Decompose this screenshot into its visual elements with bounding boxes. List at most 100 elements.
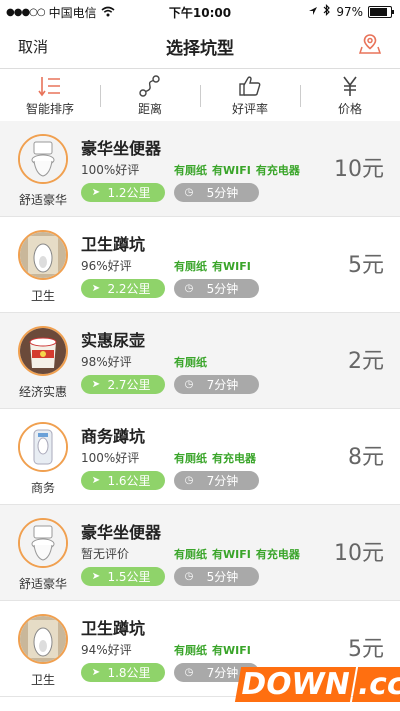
toilet-list-item[interactable]: 经济实惠 实惠尿壶 98%好评 有厕纸 ➤ 2.7公里 ◷ 7分钟 2元 (0, 313, 400, 409)
toilet-name: 豪华坐便器 (81, 139, 162, 158)
amenity-list: 有厕纸 有WIFI (174, 642, 251, 658)
amenity-tag: 有充电器 (255, 164, 300, 177)
watermark-text: DOWN (234, 666, 356, 702)
toilet-name: 豪华坐便器 (81, 523, 162, 542)
sort-smart[interactable]: 智能排序 (0, 69, 100, 121)
business-toilet-icon (18, 422, 68, 472)
clock-icon: ◷ (184, 571, 194, 582)
amenity-tag: 有充电器 (212, 452, 256, 465)
amenity-tag: 有厕纸 (174, 164, 207, 177)
clock-icon: ◷ (184, 667, 194, 678)
toilet-rating: 暂无评价 (81, 547, 130, 561)
amenity-tag: 有厕纸 (174, 548, 207, 561)
sort-label: 好评率 (231, 102, 268, 116)
distance-badge: ➤ 1.5公里 (81, 567, 165, 586)
toilet-list: 舒适豪华 豪华坐便器 100%好评 有厕纸 有WIFI 有充电器 ➤ 1.2公里 ◷… (0, 121, 400, 697)
toilet-price: 8元 (348, 445, 384, 470)
time-badge: ◷ 5分钟 (174, 279, 259, 298)
thumbs-up-icon (200, 73, 300, 99)
toilet-category: 卫生 (30, 673, 55, 687)
amenity-list: 有厕纸 有WIFI 有充电器 (174, 162, 300, 178)
western-toilet-icon (18, 134, 68, 184)
amenity-tag: 有WIFI (212, 644, 251, 657)
toilet-list-item[interactable]: 舒适豪华 豪华坐便器 100%好评 有厕纸 有WIFI 有充电器 ➤ 1.2公里 ◷… (0, 121, 400, 217)
amenity-list: 有厕纸 有充电器 (174, 450, 256, 466)
navigation-arrow-icon: ➤ (91, 187, 101, 198)
toilet-list-item[interactable]: 商务 商务蹲坑 100%好评 有厕纸 有充电器 ➤ 1.6公里 ◷ 7分钟 8元 (0, 409, 400, 505)
amenity-list: 有厕纸 (174, 354, 207, 370)
distance-badge: ➤ 1.2公里 (81, 183, 165, 202)
time-badge: ◷ 7分钟 (174, 375, 259, 394)
clock-icon: ◷ (184, 283, 194, 294)
squat-toilet-icon (18, 230, 68, 280)
toilet-name: 卫生蹲坑 (81, 235, 146, 254)
sort-label: 距离 (137, 102, 162, 116)
toilet-list-item[interactable]: 卫生 卫生蹲坑 96%好评 有厕纸 有WIFI ➤ 2.2公里 ◷ 5分钟 5元 (0, 217, 400, 313)
toilet-list-item[interactable]: 舒适豪华 豪华坐便器 暂无评价 有厕纸 有WIFI 有充电器 ➤ 1.5公里 ◷ 5… (0, 505, 400, 601)
chamber-pot-icon (18, 326, 68, 376)
sort-bar: 智能排序 距离 好评率 价格 (0, 68, 400, 122)
status-bar: ●●●○○ 中国电信 下午10:00 97% (0, 0, 400, 22)
time-text: 5分钟 (206, 186, 239, 200)
squat-toilet-icon (18, 614, 68, 664)
clock-icon: ◷ (184, 187, 194, 198)
navigation-arrow-icon: ➤ (91, 571, 101, 582)
distance-text: 1.6公里 (107, 474, 151, 488)
amenity-tag: 有厕纸 (174, 452, 207, 465)
page-title: 选择坑型 (166, 39, 234, 59)
amenity-list: 有厕纸 有WIFI 有充电器 (174, 546, 300, 562)
amenity-tag: 有厕纸 (174, 356, 207, 369)
toilet-rating: 96%好评 (81, 259, 132, 273)
toilet-price: 10元 (334, 541, 384, 566)
toilet-name: 实惠尿壶 (81, 331, 146, 350)
navigation-arrow-icon: ➤ (91, 379, 101, 390)
bluetooth-icon (323, 4, 331, 19)
battery-percent: 97% (336, 4, 363, 19)
watermark-suffix: .cc (351, 666, 400, 702)
amenity-tag: 有WIFI (212, 164, 251, 177)
time-text: 5分钟 (206, 570, 239, 584)
sort-distance[interactable]: 距离 (100, 69, 200, 121)
western-toilet-icon (18, 518, 68, 568)
distance-text: 2.7公里 (107, 378, 151, 392)
sort-label: 智能排序 (25, 102, 74, 116)
navigation-bar: 取消 选择坑型 (0, 22, 400, 68)
time-text: 7分钟 (206, 474, 239, 488)
toilet-category: 舒适豪华 (18, 577, 67, 591)
battery-icon (368, 5, 394, 18)
distance-badge: ➤ 1.8公里 (81, 663, 165, 682)
sort-label: 价格 (337, 102, 362, 116)
toilet-price: 10元 (334, 157, 384, 182)
distance-badge: ➤ 1.6公里 (81, 471, 165, 490)
amenity-tag: 有充电器 (255, 548, 300, 561)
sort-price[interactable]: 价格 (300, 69, 400, 121)
amenity-tag: 有WIFI (212, 260, 251, 273)
yen-icon (300, 73, 400, 99)
route-icon (100, 73, 200, 99)
toilet-name: 卫生蹲坑 (81, 619, 146, 638)
navigation-arrow-icon: ➤ (91, 667, 101, 678)
distance-text: 1.5公里 (107, 570, 151, 584)
location-map-icon[interactable] (358, 32, 382, 56)
toilet-rating: 94%好评 (81, 643, 132, 657)
navigation-arrow-icon: ➤ (91, 283, 101, 294)
time-badge: ◷ 5分钟 (174, 567, 259, 586)
amenity-tag: 有厕纸 (174, 644, 207, 657)
time-text: 7分钟 (206, 378, 239, 392)
time-badge: ◷ 7分钟 (174, 471, 259, 490)
toilet-rating: 100%好评 (81, 163, 140, 177)
toilet-price: 5元 (348, 253, 384, 278)
distance-badge: ➤ 2.2公里 (81, 279, 165, 298)
navigation-arrow-icon: ➤ (91, 475, 101, 486)
toilet-price: 5元 (348, 637, 384, 662)
toilet-category: 舒适豪华 (18, 193, 67, 207)
toilet-rating: 100%好评 (81, 451, 140, 465)
location-arrow-icon (308, 5, 318, 19)
distance-text: 2.2公里 (107, 282, 151, 296)
sort-rating[interactable]: 好评率 (200, 69, 300, 121)
toilet-price: 2元 (348, 349, 384, 374)
watermark-logo: DOWN .cc (234, 662, 400, 706)
toilet-rating: 98%好评 (81, 355, 132, 369)
cancel-button[interactable]: 取消 (18, 36, 48, 57)
smart-sort-icon (0, 73, 100, 99)
